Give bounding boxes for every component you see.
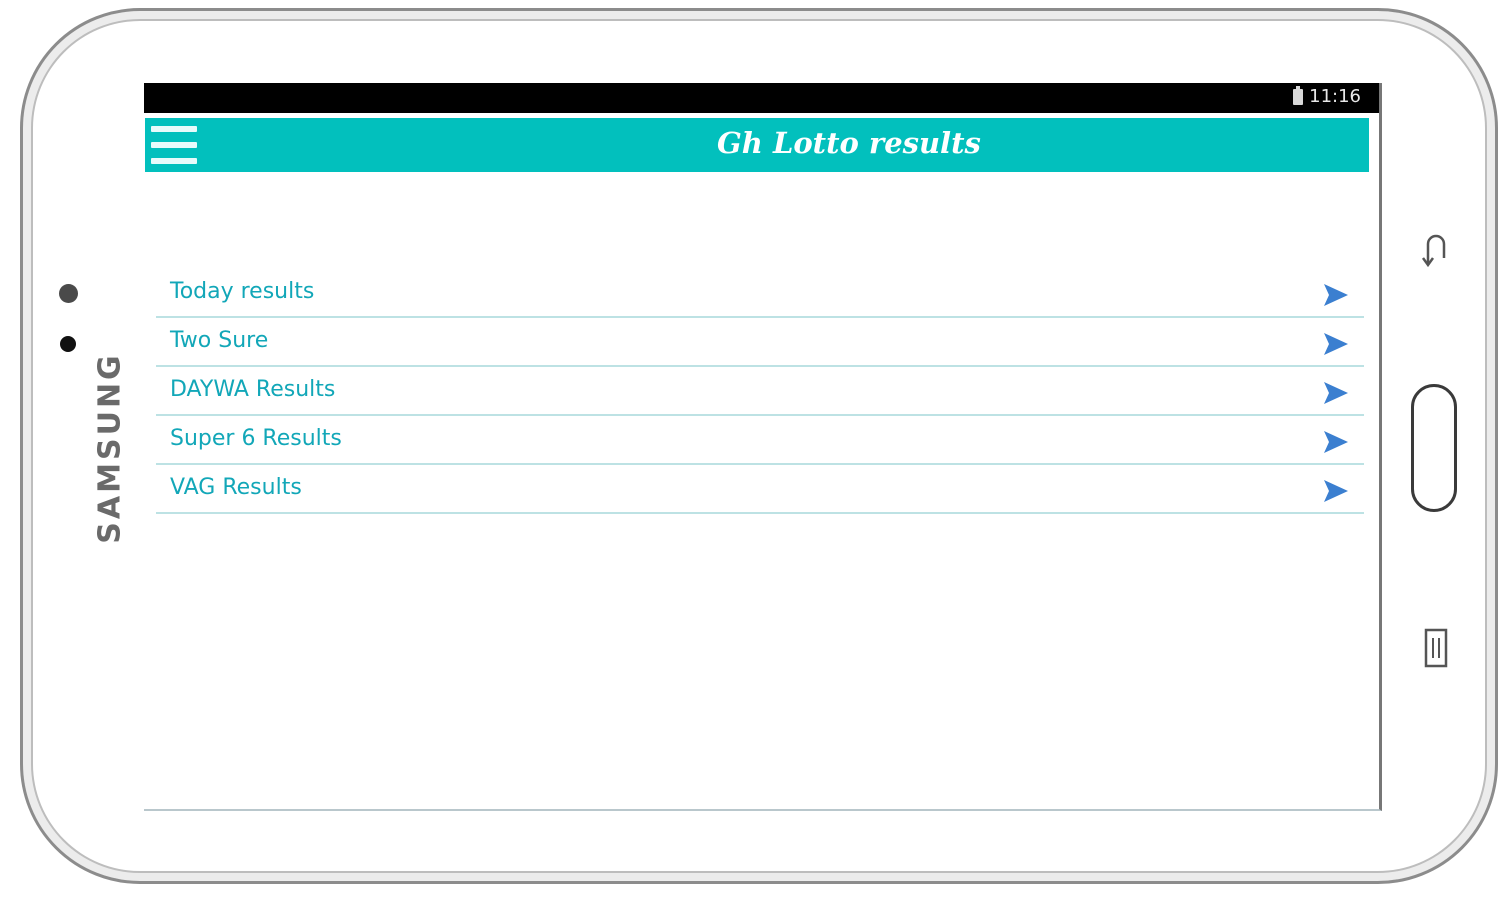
back-key-icon[interactable] [1418,228,1454,268]
menu-item-label: VAG Results [170,475,302,500]
menu-item-label: Two Sure [170,328,269,353]
battery-icon [1293,85,1304,105]
menu-item-label: Today results [170,279,315,304]
device-brand-logo: SAMSUNG [92,352,128,544]
send-arrow-icon [1324,431,1348,453]
send-arrow-icon [1324,284,1348,306]
menu-item-label: Super 6 Results [170,426,342,451]
menu-item-two-sure[interactable]: Two Sure [156,318,1364,367]
status-bar: 11:16 [144,83,1379,113]
send-arrow-icon [1324,480,1348,502]
menu-item-vag-results[interactable]: VAG Results [156,465,1364,514]
front-camera [59,284,78,303]
proximity-sensor [60,336,76,352]
send-arrow-icon [1324,333,1348,355]
hamburger-menu-icon[interactable] [151,126,197,164]
home-button[interactable] [1411,384,1457,512]
menu-item-super-6-results[interactable]: Super 6 Results [156,416,1364,465]
status-time: 11:16 [1309,86,1361,107]
menu-item-today-results[interactable]: Today results [156,269,1364,318]
app-screen: 11:16 Gh Lotto results Today results Two… [144,83,1382,811]
menu-key-icon[interactable] [1420,626,1452,670]
results-menu-list: Today results Two Sure DAYWA Results Sup… [156,269,1364,514]
menu-item-daywa-results[interactable]: DAYWA Results [156,367,1364,416]
app-bar: Gh Lotto results [145,118,1369,172]
menu-item-label: DAYWA Results [170,377,336,402]
send-arrow-icon [1324,382,1348,404]
app-title: Gh Lotto results [717,126,981,160]
